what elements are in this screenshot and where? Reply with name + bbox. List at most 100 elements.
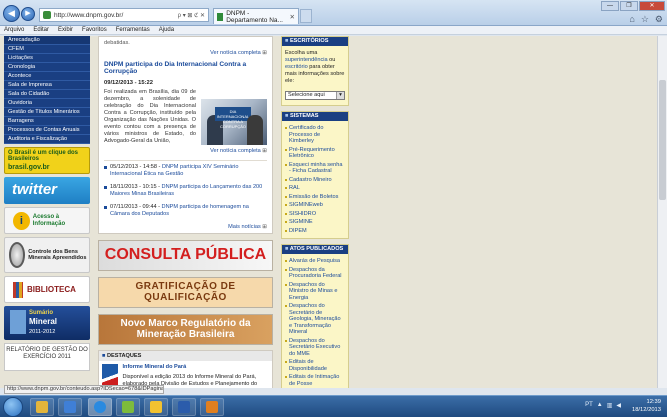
news-title[interactable]: DNPM participa do Dia Internacional Cont… [104, 61, 267, 75]
address-tools-icons[interactable]: ρ ▾ ⊠ ℭ ✕ [178, 12, 208, 19]
sistemas-link[interactable]: Certificado do Processo de Kimberley [285, 124, 345, 146]
network-icon[interactable]: ▥ [607, 402, 613, 409]
taskbar-media[interactable] [58, 398, 82, 416]
menu-ajuda[interactable]: Ajuda [159, 26, 174, 34]
tray-arrow-icon[interactable]: ▲ [597, 402, 603, 409]
acesso-informacao-banner[interactable]: i Acesso à Informação [4, 207, 90, 234]
taskbar-word[interactable] [172, 398, 196, 416]
taskbar-ie[interactable] [88, 398, 112, 416]
atos-link[interactable]: Despachos da Procuradoria Federal [285, 266, 345, 281]
maximize-button[interactable]: ❐ [620, 1, 638, 11]
back-button[interactable]: ◀ [3, 5, 20, 22]
nav-item-arrecadacao[interactable]: Arrecadação [4, 36, 90, 45]
minimize-button[interactable]: — [601, 1, 619, 11]
address-url[interactable]: http://www.dnpm.gov.br/ [54, 12, 178, 19]
menu-editar[interactable]: Editar [33, 26, 49, 34]
nav-item-acontece[interactable]: Acontece [4, 72, 90, 81]
sistemas-link[interactable]: SIGMINEweb [285, 201, 345, 210]
sumario-mineral-banner[interactable]: Sumário Mineral 2011-2012 [4, 306, 90, 340]
consulta-publica-banner[interactable]: CONSULTA PÚBLICA [98, 239, 273, 271]
destaque-item[interactable]: Informe Mineral do Pará Disponível a edi… [99, 361, 272, 388]
tab-close-icon[interactable]: ✕ [290, 13, 298, 21]
news-photo[interactable]: DIA INTERNACIONAL CONTRA A CORRUPÇÃO [201, 98, 267, 145]
twitter-banner[interactable]: twitter [4, 177, 90, 204]
scrollbar-thumb[interactable] [659, 80, 666, 200]
brasil-gov-banner[interactable]: O Brasil é um clique dos Brasileiros bra… [4, 147, 90, 174]
taskbar-outlook[interactable] [200, 398, 224, 416]
nav-item-gestao-titulos[interactable]: Gestão de Títulos Minerários [4, 108, 90, 117]
sistemas-link[interactable]: Emissão de Boletos [285, 193, 345, 202]
list-item[interactable]: 05/12/2013 - 14:58 - DNPM participa XIV … [104, 161, 267, 181]
controle-bens-banner[interactable]: Controle dos Bens Minerais Apreendidos [4, 237, 90, 273]
nav-item-ouvidoria[interactable]: Ouvidoria [4, 99, 90, 108]
bullet-icon [285, 229, 287, 232]
escritorio-select[interactable]: Selecione aqui ▾ [285, 91, 345, 100]
atos-link[interactable]: Alvarás de Pesquisa [285, 257, 345, 266]
biblioteca-banner[interactable]: BIBLIOTECA [4, 276, 90, 303]
nav-item-auditoria[interactable]: Auditoria e Fiscalização [4, 135, 90, 144]
forward-button[interactable]: ▶ [21, 7, 35, 21]
nav-item-contas-anuais[interactable]: Processos de Contas Anuais [4, 126, 90, 135]
news-more-link[interactable]: Ver notícia completa [104, 148, 267, 154]
marco-regulatorio-banner[interactable]: Novo Marco Regulatório da Mineração Bras… [98, 313, 273, 345]
volume-icon[interactable]: ◀ [616, 402, 621, 409]
nav-item-cronologia[interactable]: Cronologia [4, 63, 90, 72]
menu-exibir[interactable]: Exibir [58, 26, 73, 34]
sistemas-link[interactable]: RAL [285, 184, 345, 193]
sistemas-link[interactable]: Pré-Requerimento Eletrônico [285, 146, 345, 161]
relatorio-gestao-banner[interactable]: RELATÓRIO DE GESTÃO DO EXERCÍCIO 2011 [4, 343, 90, 371]
atos-link[interactable]: Despachos do Secretário de Geologia, Min… [285, 302, 345, 337]
destaque-title[interactable]: Informe Mineral do Pará [122, 364, 269, 370]
list-item[interactable]: 07/11/2013 - 09:44 - DNPM participa de h… [104, 201, 267, 221]
settings-gear-icon[interactable]: ⚙ [655, 14, 663, 25]
more-news-link[interactable]: Mais notícias [104, 224, 267, 230]
menu-arquivo[interactable]: Arquivo [4, 26, 24, 34]
escritorio-link[interactable]: escritório [285, 64, 308, 70]
atos-link[interactable]: Despachos do Secretário Executivo do MME [285, 337, 345, 359]
nav-item-sala-imprensa[interactable]: Sala de Imprensa [4, 81, 90, 90]
taskbar-app[interactable] [144, 398, 168, 416]
gratificacao-banner[interactable]: GRATIFICAÇÃO DE QUALIFICAÇÃO [98, 276, 273, 308]
clock[interactable]: 12:39 18/12/2013 [632, 398, 661, 414]
nav-item-barragens[interactable]: Barragens [4, 117, 90, 126]
nav-item-sala-cidadao[interactable]: Sala do Cidadão [4, 90, 90, 99]
start-button[interactable] [3, 397, 23, 417]
nav-item-cfem[interactable]: CFEM [4, 45, 90, 54]
sistemas-link-label: Emissão de Boletos [289, 193, 339, 200]
sistemas-link-label: SISHIDRO [289, 210, 317, 217]
previous-news-more-link[interactable]: Ver notícia completa [104, 50, 267, 56]
sistemas-link[interactable]: Cadastro Mineiro [285, 176, 345, 185]
bullet-icon [285, 305, 287, 307]
sistemas-link[interactable]: Esqueci minha senha - Ficha Cadastral [285, 161, 345, 176]
menu-favoritos[interactable]: Favoritos [82, 26, 107, 34]
atos-box: ATOS PUBLICADOS Alvarás de Pesquisa Despa… [281, 244, 349, 388]
bullet-icon [285, 260, 287, 262]
news-date: 09/12/2013 - 15:22 [104, 79, 153, 86]
taskbar-explorer[interactable] [30, 398, 54, 416]
atos-link[interactable]: Editais de Disponibilidade [285, 358, 345, 373]
sistemas-link[interactable]: DIPEM [285, 227, 345, 236]
bullet-icon [104, 185, 107, 189]
sistemas-header: SISTEMAS [282, 112, 348, 121]
home-icon[interactable]: ⌂ [629, 14, 634, 25]
browser-tab[interactable]: DNPM - Departamento Na... ✕ [213, 8, 299, 24]
favorites-star-icon[interactable]: ☆ [641, 14, 649, 25]
language-indicator[interactable]: PT [585, 402, 593, 409]
menu-ferramentas[interactable]: Ferramentas [116, 26, 150, 34]
close-window-button[interactable]: ✕ [639, 1, 665, 11]
address-bar[interactable]: http://www.dnpm.gov.br/ ρ ▾ ⊠ ℭ ✕ [39, 8, 209, 22]
system-tray: PT ▲ ▥ ◀ [585, 402, 621, 409]
sistemas-link[interactable]: SIGMINE [285, 218, 345, 227]
tab-favicon-icon [217, 12, 224, 21]
taskbar-app[interactable] [116, 398, 140, 416]
nav-item-licitacoes[interactable]: Licitações [4, 54, 90, 63]
superintendencia-link[interactable]: superintendência [285, 57, 328, 63]
sistemas-link[interactable]: SISHIDRO [285, 210, 345, 219]
list-item[interactable]: 18/11/2013 - 10:15 - DNPM participa do L… [104, 181, 267, 201]
atos-link[interactable]: Despachos do Ministro de Minas e Energia [285, 281, 345, 303]
acesso-label: Acesso à Informação [32, 213, 66, 227]
new-tab-button[interactable] [300, 9, 312, 23]
vertical-scrollbar[interactable] [657, 36, 667, 388]
atos-link-label: Despachos da Procuradoria Federal [289, 266, 342, 280]
atos-link[interactable]: Editais de Intimação de Posse [285, 373, 345, 388]
